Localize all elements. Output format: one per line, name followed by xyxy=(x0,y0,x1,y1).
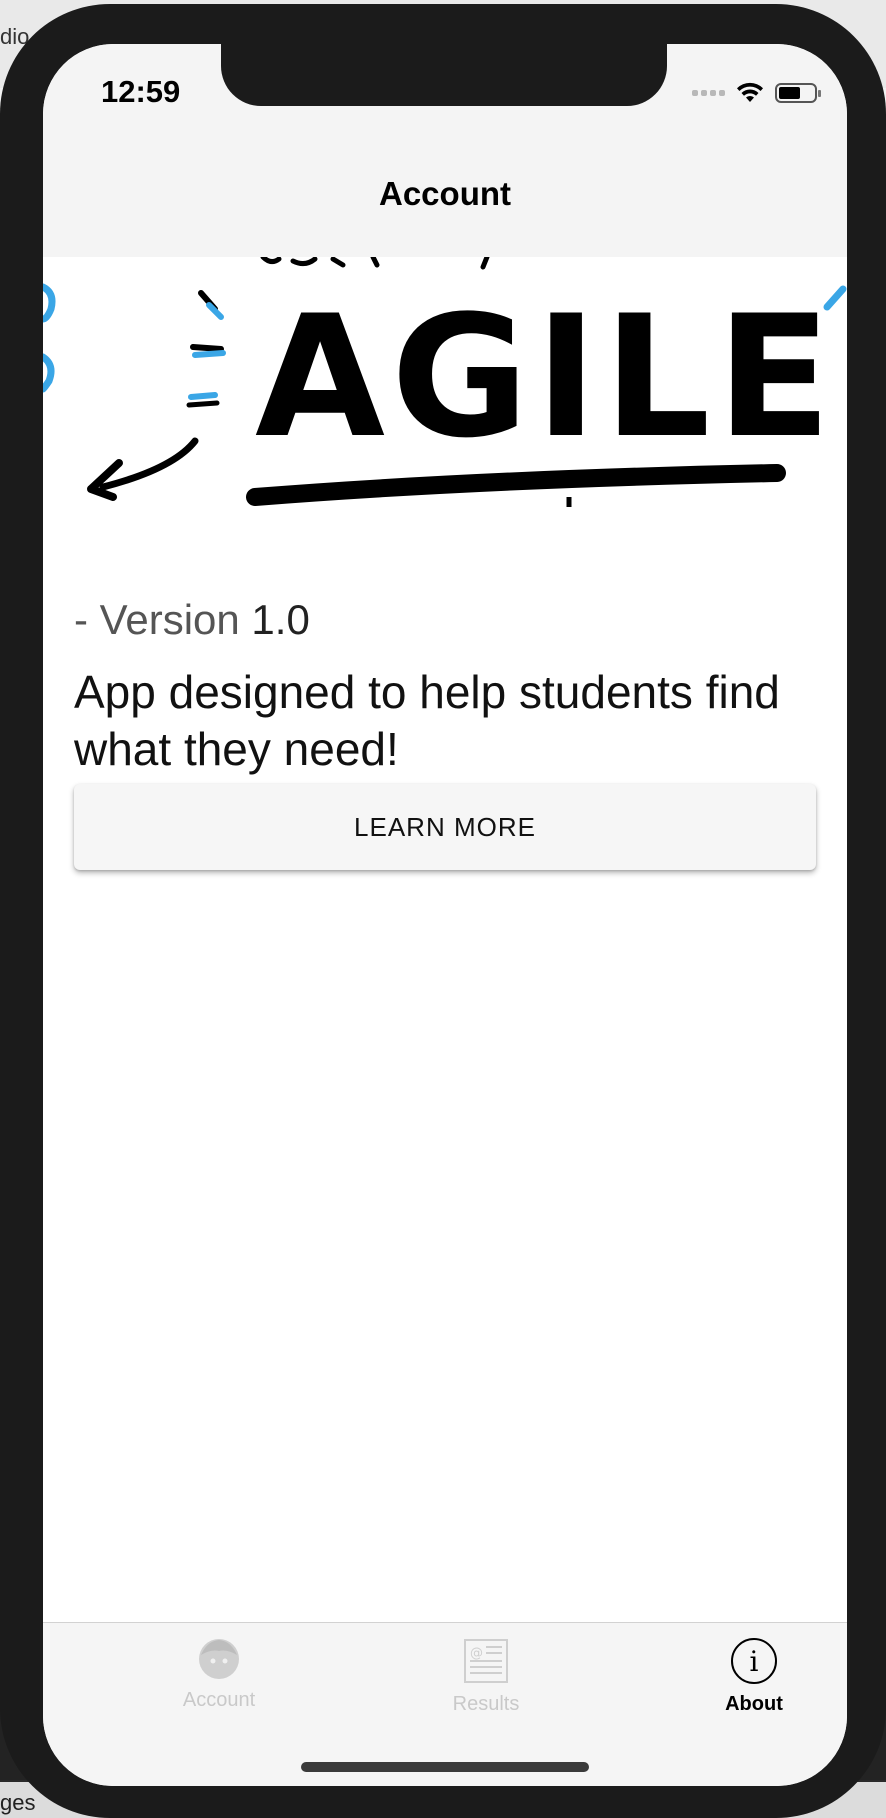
status-time: 12:59 xyxy=(101,74,181,109)
svg-text:i: i xyxy=(750,1645,759,1678)
wifi-icon xyxy=(737,82,763,102)
agile-banner-image: AGILE xyxy=(43,257,847,507)
home-indicator xyxy=(301,1762,589,1772)
battery-icon xyxy=(775,83,821,103)
document-list-icon: @ xyxy=(464,1639,508,1683)
phone-notch xyxy=(221,44,667,106)
face-icon xyxy=(199,1639,239,1679)
info-circle-icon: i xyxy=(731,1638,777,1684)
tab-account-label: Account xyxy=(182,1689,256,1711)
nav-header: Account xyxy=(43,139,847,257)
tab-about[interactable]: i About xyxy=(654,1637,847,1716)
background-window-footer-text: ges xyxy=(0,1790,36,1815)
version-prefix: - Version xyxy=(74,596,240,643)
signal-icon xyxy=(692,90,725,96)
page-title: Account xyxy=(379,175,511,212)
status-icons xyxy=(692,82,821,104)
agile-illustration: AGILE xyxy=(43,257,847,507)
tab-results[interactable]: @ Results xyxy=(386,1637,586,1716)
learn-more-button[interactable]: LEARN MORE xyxy=(74,784,816,870)
version-number: 1.0 xyxy=(251,596,310,643)
tab-results-label: Results xyxy=(452,1693,520,1715)
tab-about-label: About xyxy=(725,1693,783,1715)
version-text: - Version 1.0 xyxy=(74,596,310,644)
banner-text: AGILE xyxy=(255,279,837,475)
phone-frame: 12:59 Account AGILE - Version 1.0 App de… xyxy=(0,4,886,1818)
app-description: App designed to help students find what … xyxy=(74,666,780,775)
svg-text:@: @ xyxy=(470,1646,483,1661)
tab-account[interactable]: Account xyxy=(119,1637,319,1712)
phone-screen: 12:59 Account AGILE - Version 1.0 App de… xyxy=(43,44,847,1786)
